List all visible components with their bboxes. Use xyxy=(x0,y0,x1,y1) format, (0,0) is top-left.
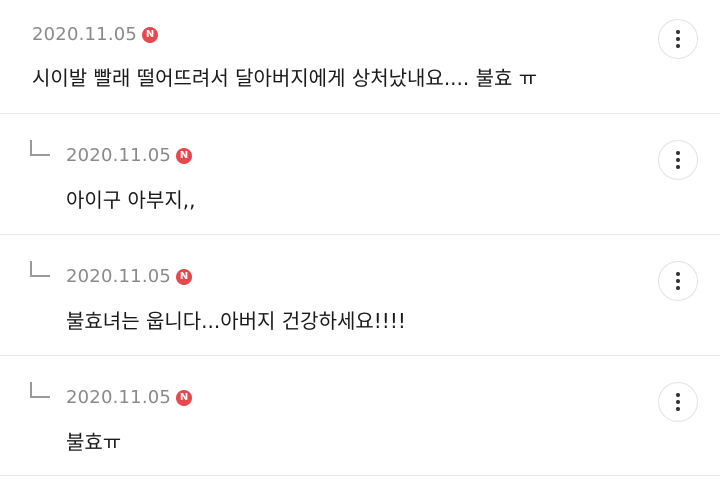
more-options-button[interactable] xyxy=(658,261,698,301)
comment-meta: 2020.11.05 N xyxy=(66,387,193,408)
comment-meta: 2020.11.05 N xyxy=(66,266,193,287)
comment-date: 2020.11.05 xyxy=(66,387,172,408)
comment-text: 시이발 빨래 떨어뜨려서 달아버지에게 상처났내요.... 불효 ㅠ xyxy=(32,66,538,90)
comment-text: 불효녀는 웁니다...아버지 건강하세요!!!! xyxy=(66,309,406,333)
comment-list: 2020.11.05 N 시이발 빨래 떨어뜨려서 달아버지에게 상처났내요..… xyxy=(0,0,720,479)
comment-meta: 2020.11.05 N xyxy=(32,24,159,45)
comment-date: 2020.11.05 xyxy=(32,24,138,45)
more-vertical-icon xyxy=(676,30,680,34)
new-badge-icon: N xyxy=(176,268,193,285)
reply-item: 2020.11.05 N 불효ㅠ xyxy=(0,356,720,476)
more-options-button[interactable] xyxy=(658,382,698,422)
reply-arrow-icon xyxy=(30,382,50,398)
more-options-button[interactable] xyxy=(658,19,698,59)
reply-arrow-icon xyxy=(30,140,50,156)
comment-date: 2020.11.05 xyxy=(66,145,172,166)
comment-date: 2020.11.05 xyxy=(66,266,172,287)
more-options-button[interactable] xyxy=(658,140,698,180)
comment-text: 아이구 아부지,, xyxy=(66,188,196,212)
new-badge-icon: N xyxy=(176,147,193,164)
more-vertical-icon xyxy=(676,393,680,397)
more-vertical-icon xyxy=(676,151,680,155)
new-badge-icon: N xyxy=(176,389,193,406)
reply-arrow-icon xyxy=(30,261,50,277)
reply-item: 2020.11.05 N 불효녀는 웁니다...아버지 건강하세요!!!! xyxy=(0,235,720,356)
new-badge-icon: N xyxy=(142,26,159,43)
comment-meta: 2020.11.05 N xyxy=(66,145,193,166)
comment-text: 불효ㅠ xyxy=(66,430,122,454)
more-vertical-icon xyxy=(676,272,680,276)
reply-item: 2020.11.05 N 아이구 아부지,, xyxy=(0,114,720,235)
comment-item: 2020.11.05 N 시이발 빨래 떨어뜨려서 달아버지에게 상처났내요..… xyxy=(0,0,720,114)
